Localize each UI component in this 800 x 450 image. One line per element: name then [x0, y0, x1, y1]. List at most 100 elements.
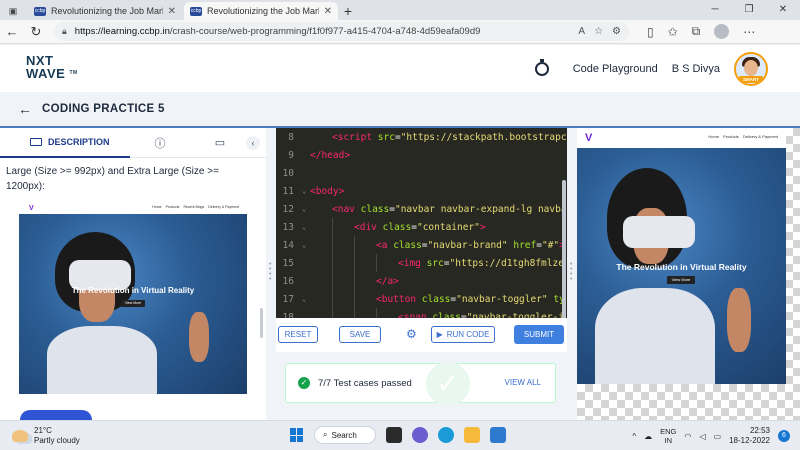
- avatar-badge: SMART: [738, 75, 764, 83]
- battery-icon[interactable]: ▭: [714, 432, 722, 441]
- output-person-shirt: [595, 288, 715, 384]
- profile-icon[interactable]: [714, 24, 730, 39]
- indent-guide: [332, 254, 333, 272]
- favorite-icon[interactable]: ☆: [594, 26, 603, 37]
- help-icon[interactable]: ⓘ: [130, 135, 190, 151]
- tab-title: Revolutionizing the Job Market |: [51, 6, 163, 16]
- code-line[interactable]: 16 </a>: [276, 272, 567, 290]
- code-line[interactable]: 10: [276, 164, 567, 182]
- reset-button[interactable]: RESET: [278, 326, 318, 343]
- code-text: <script src="https://stackpath.bootstrap…: [332, 131, 567, 143]
- stopwatch-icon[interactable]: [534, 58, 549, 76]
- line-number: 15: [282, 257, 294, 269]
- discussion-icon[interactable]: ▭: [190, 136, 250, 149]
- fold-arrow-icon[interactable]: ⌄: [302, 223, 310, 231]
- back-arrow-icon[interactable]: ←: [18, 101, 32, 117]
- code-line[interactable]: 17 ⌄ <button class="navbar-toggler" ty: [276, 290, 567, 308]
- wifi-icon[interactable]: ◠: [684, 432, 691, 441]
- read-aloud-icon[interactable]: A: [578, 26, 585, 37]
- taskbar-apps: ⌕ Search: [290, 426, 506, 444]
- user-name[interactable]: B S Divya: [672, 63, 720, 75]
- favorites-icon[interactable]: ✩: [668, 25, 678, 39]
- edge-icon[interactable]: [438, 427, 454, 443]
- browser-tab-2[interactable]: ccbp Revolutionizing the Job Market | ✕: [184, 2, 338, 20]
- logo-bottom-text: WAVE TM: [26, 65, 78, 81]
- fold-arrow-icon[interactable]: ⌄: [302, 295, 310, 303]
- close-icon[interactable]: ✕: [168, 6, 176, 17]
- tab-description[interactable]: DESCRIPTION: [0, 128, 130, 158]
- lock-icon[interactable]: 🔒︎: [62, 26, 67, 37]
- extensions-icon[interactable]: ⚙: [612, 26, 621, 37]
- clock[interactable]: 22:53 18-12-2022: [729, 426, 770, 446]
- volume-icon[interactable]: ◁: [699, 432, 705, 441]
- code-text: </head>: [310, 149, 351, 161]
- back-icon[interactable]: ←: [0, 24, 24, 39]
- file-explorer-icon[interactable]: [464, 427, 480, 443]
- tray-chevron-icon[interactable]: ^: [632, 432, 636, 441]
- resize-handle-left[interactable]: • • • •: [269, 261, 271, 283]
- weather-widget[interactable]: 21°C Partly cloudy: [12, 426, 80, 446]
- save-button[interactable]: SAVE: [339, 326, 381, 343]
- code-line[interactable]: 11 ⌄ <body>: [276, 182, 567, 200]
- collections-icon[interactable]: ⧉: [692, 24, 701, 39]
- store-icon[interactable]: [490, 427, 506, 443]
- resize-handle-right[interactable]: • • • •: [570, 261, 572, 283]
- task-view-icon[interactable]: [386, 427, 402, 443]
- windows-start-icon[interactable]: [290, 428, 304, 442]
- mock-nav-links: Home Products Recent Blogs Delivery & Pa…: [152, 205, 239, 209]
- search-label: Search: [331, 430, 357, 440]
- nxtwave-logo[interactable]: NXT WAVE TM: [26, 54, 78, 84]
- teams-icon[interactable]: [412, 427, 428, 443]
- language-indicator[interactable]: ENG IN: [660, 427, 676, 445]
- close-icon[interactable]: ✕: [324, 6, 332, 17]
- notification-badge[interactable]: 6: [778, 430, 790, 442]
- description-scrollbar[interactable]: [260, 308, 263, 338]
- reload-icon[interactable]: ↻: [24, 24, 48, 40]
- vr-person-hand: [189, 312, 209, 362]
- code-line[interactable]: 18 <span class="navbar-toggler-i: [276, 308, 567, 318]
- gear-icon[interactable]: ⚙: [406, 327, 417, 341]
- tab-title: Revolutionizing the Job Market |: [207, 6, 319, 16]
- code-line[interactable]: 13 ⌄ <div class="container">: [276, 218, 567, 236]
- run-code-button[interactable]: ▶ RUN CODE: [431, 326, 495, 343]
- close-window-icon[interactable]: ✕: [766, 0, 800, 20]
- code-playground-link[interactable]: Code Playground: [573, 63, 658, 75]
- fold-arrow-icon[interactable]: ⌄: [302, 241, 310, 249]
- logo-tm: TM: [69, 69, 78, 76]
- code-line[interactable]: 9 </head>: [276, 146, 567, 164]
- more-icon[interactable]: ⋯: [743, 25, 755, 39]
- new-tab-button[interactable]: +: [338, 2, 358, 20]
- view-all-link[interactable]: VIEW ALL: [505, 378, 541, 387]
- fold-arrow-icon[interactable]: ⌄: [302, 187, 310, 195]
- next-button[interactable]: [20, 410, 92, 420]
- windows-taskbar: 21°C Partly cloudy ⌕ Search ^ ☁ ENG IN ◠…: [0, 420, 800, 450]
- success-check-icon: ✓: [426, 362, 470, 406]
- indent-guide: [332, 290, 333, 308]
- submit-button[interactable]: SUBMIT: [514, 325, 564, 344]
- url-input[interactable]: 🔒︎ https://learning.ccbp.in/crash-course…: [54, 22, 629, 41]
- indent-guide: [376, 308, 377, 318]
- fold-arrow-icon[interactable]: ⌄: [302, 205, 310, 213]
- maximize-icon[interactable]: ❐: [732, 0, 766, 20]
- code-line[interactable]: 8 <script src="https://stackpath.bootstra…: [276, 128, 567, 146]
- taskbar-search[interactable]: ⌕ Search: [314, 426, 376, 444]
- indent-guide: [354, 272, 355, 290]
- collapse-panel-icon[interactable]: ‹: [246, 136, 260, 150]
- minimize-icon[interactable]: ─: [698, 0, 732, 20]
- tab-actions-icon[interactable]: ▣: [0, 2, 26, 20]
- indent-guide: [332, 236, 333, 254]
- avatar[interactable]: SMART: [734, 51, 768, 86]
- output-nav-link: Delivery & Payment: [742, 134, 778, 139]
- onedrive-icon[interactable]: ☁: [644, 432, 652, 441]
- play-icon: ▶: [436, 330, 443, 339]
- browser-tab-1[interactable]: ccbp Revolutionizing the Job Market | ✕: [28, 2, 182, 20]
- output-frame[interactable]: V Home Products Delivery & Payment The R…: [577, 128, 786, 384]
- output-logo-icon: V: [585, 132, 593, 144]
- code-line[interactable]: 14 ⌄ <a class="navbar-brand" href="#">: [276, 236, 567, 254]
- line-number: 16: [282, 275, 294, 287]
- split-screen-icon[interactable]: ▯: [647, 25, 654, 39]
- code-line[interactable]: 12 ⌄ <nav class="navbar navbar-expand-lg n…: [276, 200, 567, 218]
- code-line[interactable]: 15 <img src="https://d1tgh8fmlze: [276, 254, 567, 272]
- code-editor[interactable]: 8 <script src="https://stackpath.bootstra…: [276, 128, 567, 318]
- code-text: <div class="container">: [354, 221, 486, 233]
